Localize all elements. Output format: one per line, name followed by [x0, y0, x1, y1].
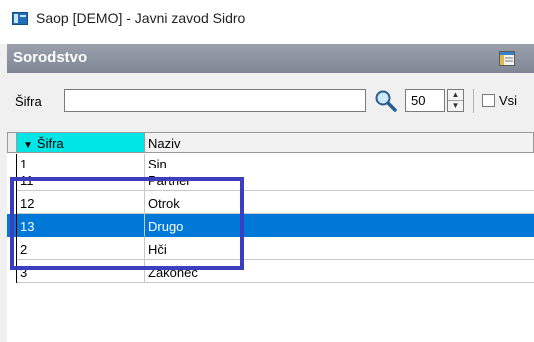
panel-header: Sorodstvo — [7, 44, 534, 73]
sort-descending-icon: ▼ — [23, 140, 33, 151]
show-all-label: Vsi — [499, 93, 518, 108]
row-indicator — [7, 214, 17, 237]
table-row[interactable]: 2 Hči — [7, 237, 534, 260]
data-grid: ▼ Šifra Naziv 1 Sin 11 Partner 12 Otrok 1… — [7, 132, 534, 342]
cell-naziv: Otrok — [145, 191, 534, 214]
cell-sifra: 13 — [17, 214, 145, 237]
row-count-spinner[interactable]: ▲ ▼ — [447, 89, 464, 112]
cell-naziv: Zakonec — [145, 260, 534, 283]
spinner-up-icon[interactable]: ▲ — [448, 90, 463, 101]
column-header-naziv[interactable]: Naziv — [145, 132, 534, 153]
row-indicator — [7, 191, 17, 214]
cell-naziv: Drugo — [145, 214, 534, 237]
panel-title: Sorodstvo — [13, 49, 88, 66]
cell-sifra: 2 — [17, 237, 145, 260]
cell-sifra: 1 — [17, 154, 145, 168]
magnifier-icon[interactable] — [373, 88, 399, 114]
table-row[interactable]: 12 Otrok — [7, 191, 534, 214]
cell-naziv: Sin — [145, 154, 534, 168]
cell-naziv: Partner — [145, 168, 534, 191]
column-header-naziv-label: Naziv — [148, 136, 181, 151]
layout-settings-icon[interactable] — [499, 51, 515, 66]
table-row[interactable]: 11 Partner — [7, 168, 534, 191]
window-title: Saop [DEMO] - Javni zavod Sidro — [36, 10, 246, 26]
sorodstvo-panel: Sorodstvo Šifra 50 ▲ ▼ Vsi ▼Šifra Naziv — [0, 44, 534, 342]
row-indicator — [7, 154, 17, 168]
column-header-sifra[interactable]: ▼ Šifra — [17, 132, 145, 153]
row-indicator — [7, 237, 17, 260]
search-toolbar: Šifra 50 ▲ ▼ Vsi — [7, 75, 534, 127]
column-header-sifra-label: Šifra — [36, 136, 64, 151]
table-row-selected[interactable]: 13 Drugo — [7, 214, 534, 237]
cell-sifra: 11 — [17, 168, 145, 191]
app-window-icon — [12, 12, 28, 25]
table-row[interactable]: 3 Zakonec — [7, 260, 534, 283]
grid-header: ▼ Šifra Naziv — [7, 132, 534, 154]
row-indicator — [7, 168, 17, 191]
row-indicator-header — [7, 132, 17, 153]
table-row[interactable]: 1 Sin — [7, 154, 534, 168]
window-titlebar: Saop [DEMO] - Javni zavod Sidro — [0, 0, 534, 38]
row-count-field[interactable]: 50 — [405, 89, 445, 112]
cell-sifra: 12 — [17, 191, 145, 214]
search-input[interactable] — [64, 89, 366, 112]
row-indicator — [7, 260, 17, 283]
show-all-checkbox[interactable] — [482, 94, 495, 107]
search-field-label: Šifra — [15, 94, 42, 109]
cell-sifra: 3 — [17, 260, 145, 283]
cell-naziv: Hči — [145, 237, 534, 260]
spinner-down-icon[interactable]: ▼ — [448, 101, 463, 111]
toolbar-divider — [473, 89, 474, 113]
